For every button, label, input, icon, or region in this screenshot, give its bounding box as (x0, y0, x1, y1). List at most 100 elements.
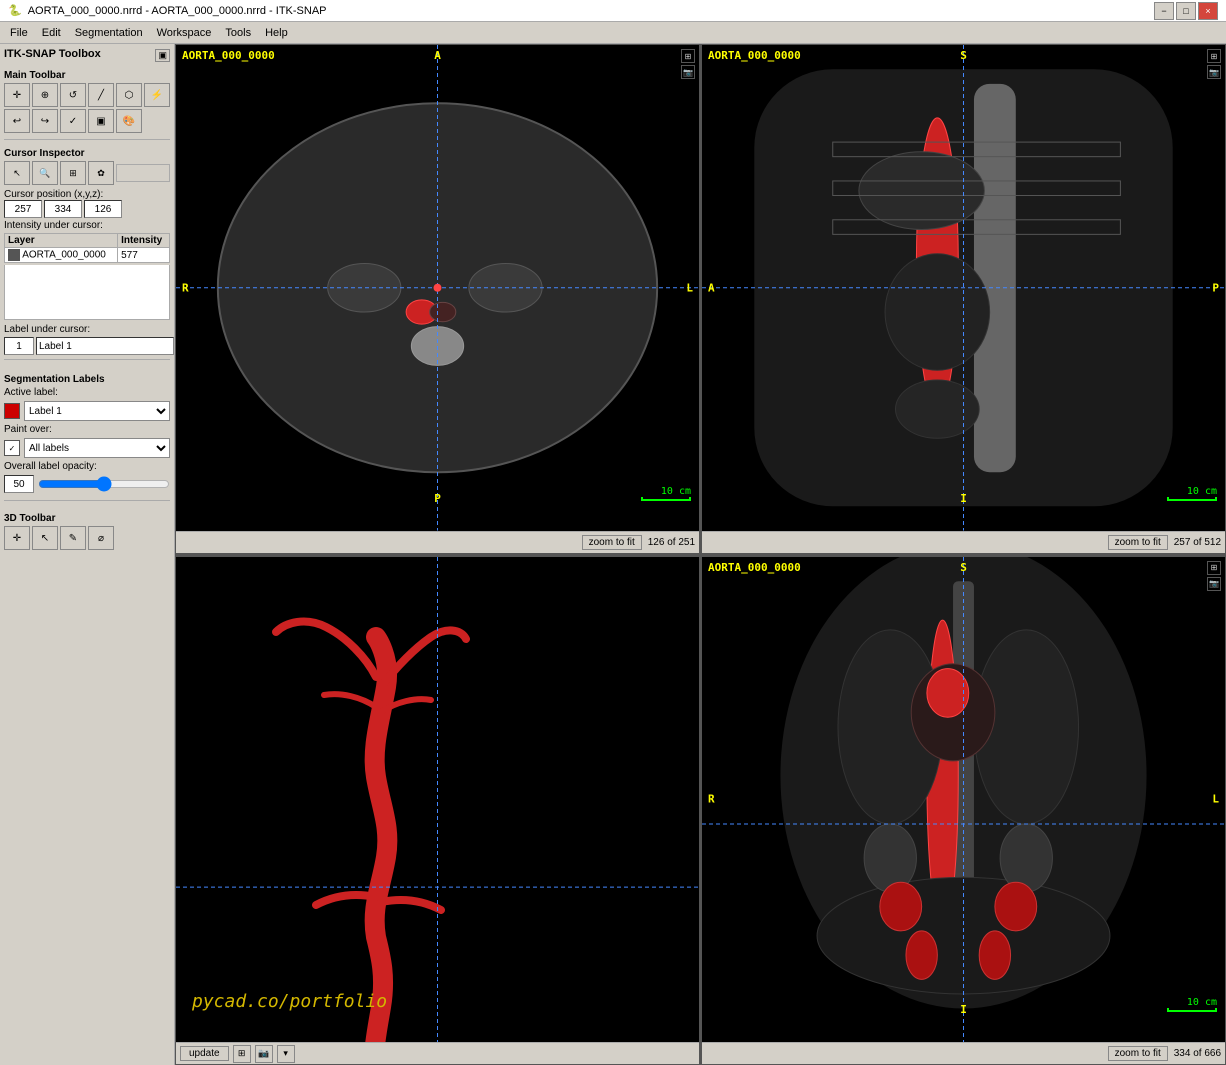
paint-over-dropdown[interactable]: All labels (24, 438, 170, 458)
col-intensity: Intensity (118, 234, 170, 248)
viewport-area: AORTA_000_0000 A R L P 10 cm ⊞ 📷 zoom (175, 44, 1226, 1065)
paint-over-select-row: ✓ All labels (4, 438, 170, 458)
paint-over-row: Paint over: (4, 424, 170, 435)
coronal-slice-info: 334 of 666 (1174, 1048, 1221, 1059)
coronal-scale-bar: 10 cm (1167, 997, 1217, 1012)
cursor-tool-3[interactable]: ⊞ (60, 161, 86, 185)
sagittal-scale-label: 10 cm (1187, 486, 1217, 497)
cursor-tool-1[interactable]: ↖ (4, 161, 30, 185)
paint-tool-btn[interactable]: ╱ (88, 83, 114, 107)
opacity-row: Overall label opacity: (4, 461, 170, 472)
toolbar-3d-row: ✛ ↖ ✎ ⌀ (4, 526, 170, 550)
redo-btn[interactable]: ↪ (32, 109, 58, 133)
menubar: File Edit Segmentation Workspace Tools H… (0, 22, 1226, 44)
coronal-orient-top: S (960, 561, 967, 574)
main-toolbar-row2: ↩ ↪ ✓ ▣ 🎨 (4, 109, 170, 133)
toolbox-panel: ITK-SNAP Toolbox ▣ Main Toolbar ✛ ⊕ ↺ ╱ … (0, 44, 175, 1065)
undo-btn[interactable]: ↩ (4, 109, 30, 133)
sagittal-corner-icons: ⊞ 📷 (1207, 49, 1221, 79)
color-btn[interactable]: 🎨 (116, 109, 142, 133)
cursor-pos-label: Cursor position (x,y,z): (4, 189, 170, 200)
accept-btn[interactable]: ✓ (60, 109, 86, 133)
toolbox-float-button[interactable]: ▣ (155, 49, 170, 62)
coronal-canvas[interactable]: AORTA_000_0000 S R L I 10 cm ⊞ 📷 (702, 557, 1225, 1043)
threed-icon-btn-3[interactable]: ▾ (277, 1045, 295, 1063)
cursor-tool-2[interactable]: 🔍 (32, 161, 58, 185)
3d-tool-4[interactable]: ⌀ (88, 526, 114, 550)
opacity-input[interactable] (4, 475, 34, 493)
3d-tool-2[interactable]: ↖ (32, 526, 58, 550)
threed-icon-btn-2[interactable]: 📷 (255, 1045, 273, 1063)
cursor-tool-4[interactable]: ✿ (88, 161, 114, 185)
intensity-label: Intensity under cursor: (4, 220, 170, 231)
clear-btn[interactable]: ▣ (88, 109, 114, 133)
threed-update-btn[interactable]: update (180, 1046, 229, 1061)
opacity-control-row (4, 475, 170, 493)
coronal-corner-icon-1[interactable]: ⊞ (1207, 561, 1221, 575)
paint-over-icon: ✓ (4, 440, 20, 456)
coronal-orient-right: L (1212, 793, 1219, 806)
col-layer: Layer (5, 234, 118, 248)
crosshair-tool-btn[interactable]: ✛ (4, 83, 30, 107)
3d-tool-1[interactable]: ✛ (4, 526, 30, 550)
sagittal-corner-icon-2[interactable]: 📷 (1207, 65, 1221, 79)
titlebar-left: 🐍 AORTA_000_0000.nrrd - AORTA_000_0000.n… (8, 4, 327, 17)
axial-orient-top: A (434, 49, 441, 62)
axial-slice-info: 126 of 251 (648, 537, 695, 548)
top-viewport-row: AORTA_000_0000 A R L P 10 cm ⊞ 📷 zoom (175, 44, 1226, 556)
axial-scale-label: 10 cm (661, 486, 691, 497)
minimize-button[interactable]: − (1154, 2, 1174, 20)
coronal-zoom-btn[interactable]: zoom to fit (1108, 1046, 1168, 1061)
threed-icon-btn-1[interactable]: ⊞ (233, 1045, 251, 1063)
cursor-z-input[interactable] (84, 200, 122, 218)
label-num-input[interactable] (4, 337, 34, 355)
cursor-inspector-section: Cursor Inspector ↖ 🔍 ⊞ ✿ Cursor position… (4, 144, 170, 355)
bottom-viewport-row: pycad.co/portfolio update ⊞ 📷 ▾ (175, 556, 1226, 1065)
label-name-input[interactable] (36, 337, 174, 355)
coronal-statusbar: zoom to fit 334 of 666 (702, 1042, 1225, 1064)
rotate-tool-btn[interactable]: ↺ (60, 83, 86, 107)
axial-viewport: AORTA_000_0000 A R L P 10 cm ⊞ 📷 zoom (175, 44, 701, 554)
window-title: AORTA_000_0000.nrrd - AORTA_000_0000.nrr… (28, 5, 327, 17)
intensity-extra-space (4, 265, 170, 320)
axial-corner-icon-1[interactable]: ⊞ (681, 49, 695, 63)
axial-scale-bar: 10 cm (641, 486, 691, 501)
sagittal-corner-icon-1[interactable]: ⊞ (1207, 49, 1221, 63)
zoom-tool-btn[interactable]: ⊕ (32, 83, 58, 107)
app-icon: 🐍 (8, 4, 22, 17)
menu-tools[interactable]: Tools (219, 25, 257, 41)
cursor-y-input[interactable] (44, 200, 82, 218)
axial-corner-icon-2[interactable]: 📷 (681, 65, 695, 79)
coronal-corner-icon-2[interactable]: 📷 (1207, 577, 1221, 591)
layer-name-text: AORTA_000_0000 (22, 250, 106, 261)
axial-corner-icons: ⊞ 📷 (681, 49, 695, 79)
sagittal-viewport: AORTA_000_0000 S A P I 10 cm ⊞ 📷 zoom (701, 44, 1226, 554)
sagittal-zoom-btn[interactable]: zoom to fit (1108, 535, 1168, 550)
menu-workspace[interactable]: Workspace (151, 25, 218, 41)
active-label-dropdown[interactable]: Label 1 (24, 401, 170, 421)
intensity-table: Layer Intensity AORTA_000_0000 577 (4, 233, 170, 263)
axial-canvas[interactable]: AORTA_000_0000 A R L P 10 cm ⊞ 📷 (176, 45, 699, 531)
close-button[interactable]: × (1198, 2, 1218, 20)
polygon-tool-btn[interactable]: ⬡ (116, 83, 142, 107)
axial-label: AORTA_000_0000 (182, 49, 275, 62)
axial-zoom-btn[interactable]: zoom to fit (582, 535, 642, 550)
menu-file[interactable]: File (4, 25, 34, 41)
coronal-orient-left: R (708, 793, 715, 806)
3d-tool-3[interactable]: ✎ (60, 526, 86, 550)
menu-edit[interactable]: Edit (36, 25, 67, 41)
sagittal-canvas[interactable]: AORTA_000_0000 S A P I 10 cm ⊞ 📷 (702, 45, 1225, 531)
menu-help[interactable]: Help (259, 25, 294, 41)
opacity-slider[interactable] (38, 477, 170, 491)
watermark-text: pycad.co/portfolio (192, 991, 387, 1012)
intensity-value-cell: 577 (118, 248, 170, 263)
menu-segmentation[interactable]: Segmentation (69, 25, 149, 41)
sagittal-scale-bar: 10 cm (1167, 486, 1217, 501)
active-label-row: Active label: (4, 387, 170, 398)
titlebar-controls[interactable]: − □ × (1154, 2, 1218, 20)
active-label-color (4, 403, 20, 419)
cursor-x-input[interactable] (4, 200, 42, 218)
snake-tool-btn[interactable]: ⚡ (144, 83, 170, 107)
threed-canvas[interactable]: pycad.co/portfolio (176, 557, 699, 1043)
maximize-button[interactable]: □ (1176, 2, 1196, 20)
